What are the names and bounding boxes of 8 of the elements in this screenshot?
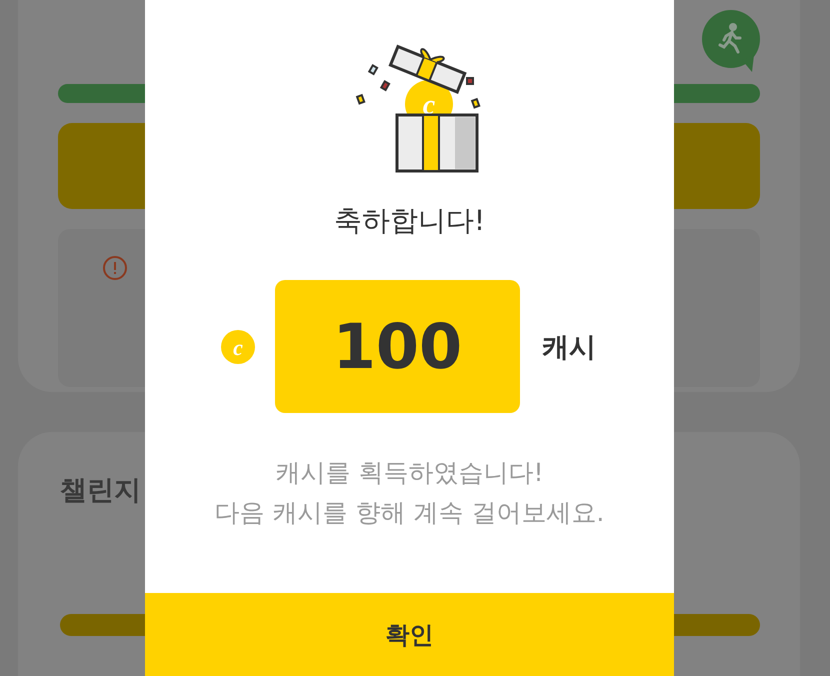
dialog-message: 캐시를 획득하였습니다! 다음 캐시를 향해 계속 걸어보세요.	[214, 457, 604, 529]
running-person-icon	[702, 10, 760, 72]
section-title: 챌린지	[60, 474, 141, 508]
coin-icon: c	[221, 330, 255, 364]
warning-icon	[102, 255, 128, 281]
currency-label: 캐시	[542, 330, 596, 364]
dialog-title: 축하합니다!	[334, 203, 486, 239]
reward-amount: 100	[275, 280, 520, 413]
